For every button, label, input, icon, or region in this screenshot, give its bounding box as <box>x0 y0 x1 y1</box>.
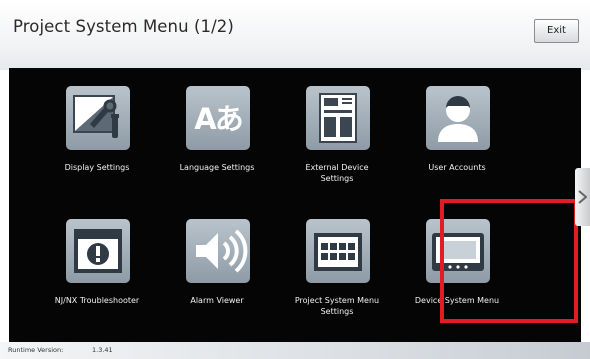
next-page-button[interactable] <box>575 168 590 226</box>
language-icon: Aあ <box>186 86 250 150</box>
exit-button[interactable]: Exit <box>534 19 579 43</box>
runtime-version-value: 1.3.41 <box>92 346 113 354</box>
menu-item-display-settings[interactable]: Display Settings <box>33 68 161 188</box>
page-title: Project System Menu (1/2) <box>13 17 234 36</box>
menu-item-label: Language Settings <box>179 163 255 172</box>
menu-item-label: NJ/NX Troubleshooter <box>54 296 140 305</box>
display-settings-icon <box>66 86 130 150</box>
menu-item-external-device-settings[interactable]: External Device Settings <box>273 68 401 188</box>
menu-item-language-settings[interactable]: Aあ Language Settings <box>153 68 281 188</box>
language-glyph: Aあ <box>194 102 243 136</box>
highlight-box <box>440 199 578 323</box>
status-bar: Runtime Version: 1.3.41 <box>0 342 590 359</box>
menu-item-label: Display Settings <box>64 163 130 172</box>
chevron-right-icon <box>578 190 587 204</box>
menu-item-label: External Device Settings <box>305 163 369 183</box>
menu-item-project-system-menu-settings[interactable]: Project System Menu Settings <box>273 201 401 321</box>
user-icon <box>426 86 490 150</box>
troubleshooter-icon <box>66 219 130 283</box>
runtime-version-label: Runtime Version: <box>8 346 64 354</box>
keypad-icon <box>306 219 370 283</box>
menu-item-nj-nx-troubleshooter[interactable]: NJ/NX Troubleshooter <box>33 201 161 321</box>
menu-item-user-accounts[interactable]: User Accounts <box>393 68 521 188</box>
menu-item-label: Alarm Viewer <box>190 296 244 305</box>
external-device-icon <box>306 86 370 150</box>
menu-item-label: Project System Menu Settings <box>294 296 380 316</box>
title-bar: Project System Menu (1/2) Exit <box>0 0 590 70</box>
speaker-icon <box>186 219 250 283</box>
menu-item-label: User Accounts <box>428 163 486 172</box>
menu-item-alarm-viewer[interactable]: Alarm Viewer <box>153 201 281 321</box>
